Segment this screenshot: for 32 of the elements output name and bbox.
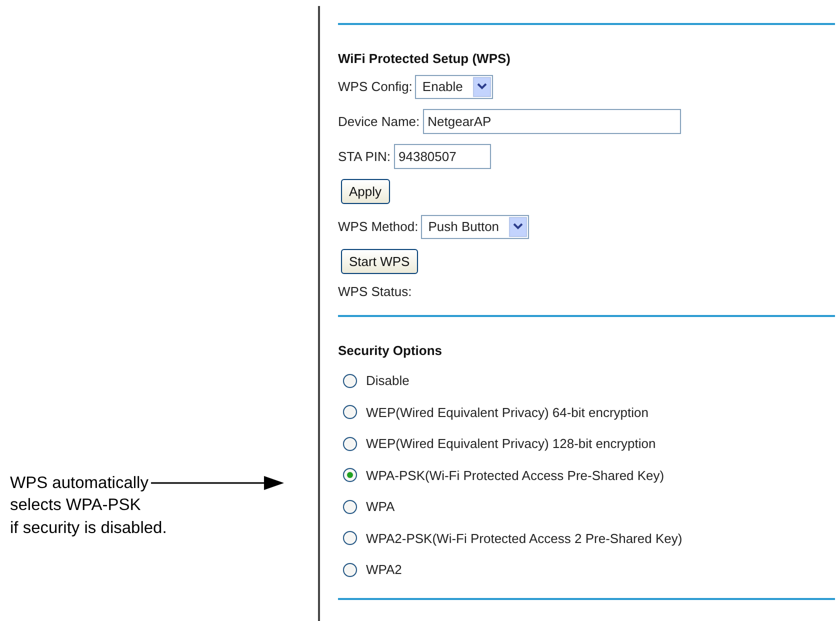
field-label: Device Name: [338, 114, 420, 129]
callout-text: WPS automatically [10, 472, 148, 494]
input-field[interactable]: 94380507 [394, 144, 490, 169]
input-field[interactable]: NetgearAP [422, 109, 681, 134]
option-label: WPA [366, 499, 395, 514]
option-label: WPA2-PSK(Wi-Fi Protected Access 2 Pre-Shared Key) [366, 530, 682, 546]
section-heading: Security Options [338, 342, 444, 360]
action-button[interactable]: Start WPS [341, 249, 418, 274]
field-label: STA PIN: [338, 149, 390, 164]
option-label: WEP(Wired Equivalent Privacy) 64-bit encryption [366, 404, 648, 420]
callout-text: if security is disabled. [10, 518, 167, 538]
radio-button[interactable] [343, 468, 357, 482]
option-label: WEP(Wired Equivalent Privacy) 128-bit encryption [366, 436, 656, 452]
dropdown[interactable]: Enable [415, 74, 493, 98]
radio-button[interactable] [343, 500, 357, 514]
caret-icon [513, 223, 524, 230]
section-heading: WiFi Protected Setup (WPS) [338, 50, 512, 68]
radio-button[interactable] [343, 531, 357, 546]
field-label: WPS Config: [338, 79, 412, 94]
option-label: Disable [366, 373, 410, 388]
option-label: WPA-PSK(Wi-Fi Protected Access Pre-Shared Key) [366, 468, 664, 483]
field-label: WPS Status: [338, 284, 412, 298]
radio-button[interactable] [343, 436, 357, 451]
caret-icon [476, 83, 487, 90]
action-button[interactable]: Apply [341, 179, 390, 204]
option-label: WPA2 [366, 562, 402, 578]
radio-button[interactable] [343, 374, 357, 388]
radio-button[interactable] [343, 405, 357, 420]
callout-text: selects WPA-PSK [10, 495, 141, 516]
dropdown[interactable]: Push Button [421, 214, 530, 238]
radio-button[interactable] [343, 562, 357, 577]
field-label: WPS Method: [338, 219, 418, 234]
